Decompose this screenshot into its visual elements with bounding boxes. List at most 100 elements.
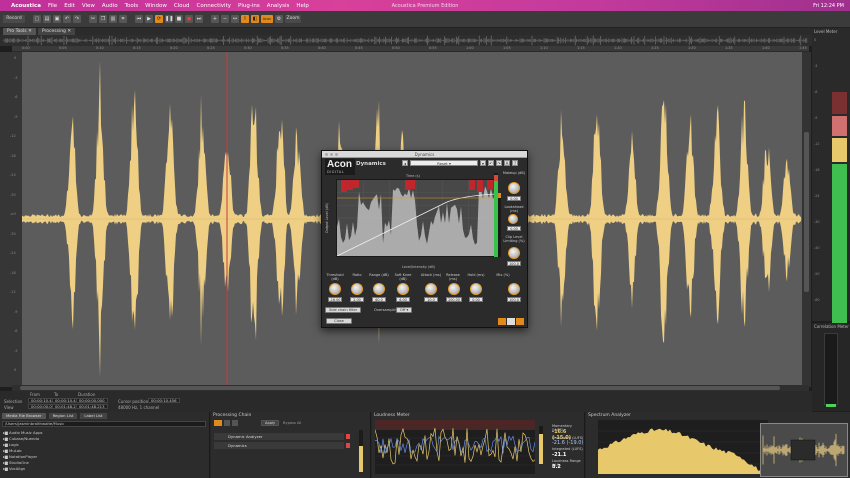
- chain-apply-button[interactable]: Apply: [261, 420, 280, 426]
- menu-app[interactable]: Acoustica: [11, 3, 41, 9]
- loop-icon[interactable]: ⟳: [155, 15, 163, 23]
- pause-icon[interactable]: ❚❚: [165, 15, 173, 23]
- menu-cloud[interactable]: Cloud: [174, 3, 190, 9]
- help-icon[interactable]: ?: [512, 160, 518, 166]
- clip-limiting-knob[interactable]: [508, 247, 520, 259]
- side-chain-filter-toggle[interactable]: Side chain filter: [325, 307, 362, 313]
- soft-knee-knob[interactable]: [397, 283, 409, 295]
- attack-value-field[interactable]: 10.0: [424, 297, 438, 302]
- zoom-fit-icon[interactable]: ↔: [231, 15, 239, 23]
- menu-window[interactable]: Window: [145, 3, 167, 9]
- selection-duration-field[interactable]: 00:00:00.000: [76, 398, 108, 403]
- save-icon[interactable]: ▣: [53, 15, 61, 23]
- play-icon[interactable]: ▶: [145, 15, 153, 23]
- selection-tool-icon[interactable]: I: [241, 15, 249, 23]
- tab-close-icon[interactable]: ✕: [28, 29, 32, 34]
- lookahead-value-field[interactable]: 0.00: [507, 226, 521, 231]
- range-value-field[interactable]: 60.0: [372, 297, 386, 302]
- new-file-icon[interactable]: ▢: [33, 15, 41, 23]
- hold-value-field[interactable]: 0.00: [469, 297, 483, 302]
- settings-icon[interactable]: ⚙: [275, 15, 283, 23]
- vertical-zoom-bar[interactable]: [802, 52, 811, 387]
- rewind-icon[interactable]: ⏮: [135, 15, 143, 23]
- menu-plugins[interactable]: Plug-ins: [238, 3, 260, 9]
- oversampling-dropdown[interactable]: Off ▾: [396, 307, 413, 313]
- soft-knee-value-field[interactable]: 6.00: [396, 297, 410, 302]
- mix-knob[interactable]: [508, 283, 520, 295]
- makeup-value-field[interactable]: 0.00: [507, 196, 521, 201]
- menu-tools[interactable]: Tools: [125, 3, 139, 9]
- chain-add-icon[interactable]: [224, 420, 230, 426]
- tab-close-icon[interactable]: ✕: [67, 29, 71, 34]
- chain-item-dynamics[interactable]: Dynamics: [214, 442, 344, 449]
- trim-icon[interactable]: ⌗: [119, 15, 127, 23]
- overview-waveform[interactable]: [0, 35, 812, 46]
- browser-path-field[interactable]: /Users/jasminbraithwaite/Music: [2, 421, 206, 427]
- dynamics-plugin-window[interactable]: Dynamics Acon DIGITAL Dynamics ◂ Reset ▾…: [321, 150, 528, 328]
- copy-icon[interactable]: ❐: [99, 15, 107, 23]
- menu-connectivity[interactable]: Connectivity: [197, 3, 231, 9]
- undo-icon[interactable]: ↶: [63, 15, 71, 23]
- mix-value-field[interactable]: 100.0: [507, 297, 521, 302]
- paste-icon[interactable]: ▥: [109, 15, 117, 23]
- acon-mode-button[interactable]: Acon: [261, 15, 273, 23]
- plugin-bypass-icon[interactable]: [516, 318, 524, 325]
- chain-bypass-label[interactable]: Bypass All: [283, 421, 301, 425]
- lookahead-knob[interactable]: [508, 214, 518, 224]
- menu-file[interactable]: File: [48, 3, 57, 9]
- tab-media-file-browser[interactable]: Media File Browser: [2, 413, 46, 419]
- tab-region-list[interactable]: Region List: [48, 413, 78, 419]
- snap-icon[interactable]: ◧: [251, 15, 259, 23]
- makeup-knob[interactable]: [508, 182, 520, 194]
- cut-icon[interactable]: ✂: [89, 15, 97, 23]
- menu-view[interactable]: View: [82, 3, 95, 9]
- list-item[interactable]: ▸▆ NotationPlayer: [3, 454, 37, 459]
- preset-menu-icon[interactable]: ▾: [480, 160, 486, 166]
- clip-limiting-value-field[interactable]: 100.0: [507, 261, 521, 266]
- plugin-stop-icon[interactable]: [507, 318, 515, 325]
- hold-knob[interactable]: [470, 283, 482, 295]
- tab-processing[interactable]: Processing ✕: [37, 28, 76, 35]
- ratio-value-field[interactable]: 2.00: [350, 297, 364, 302]
- record-dot-icon[interactable]: ●: [185, 15, 193, 23]
- list-item[interactable]: ▸▆ MuLab: [3, 448, 22, 453]
- menu-analysis[interactable]: Analysis: [267, 3, 290, 9]
- redo-icon[interactable]: ↷: [73, 15, 81, 23]
- threshold-knob[interactable]: [329, 283, 341, 295]
- horizontal-scroll-thumb[interactable]: [20, 386, 780, 390]
- tab-pro-tools[interactable]: Pro Tools ✕: [3, 28, 36, 35]
- menu-audio[interactable]: Audio: [102, 3, 118, 9]
- forward-icon[interactable]: ⏭: [195, 15, 203, 23]
- attack-knob[interactable]: [425, 283, 437, 295]
- list-item[interactable]: ▸▆ StudioOne: [3, 460, 29, 465]
- list-item[interactable]: ▸▆ Cubase/Nuendo: [3, 436, 39, 441]
- range-knob[interactable]: [373, 283, 385, 295]
- open-file-icon[interactable]: ▤: [43, 15, 51, 23]
- compare-icon[interactable]: A: [504, 160, 510, 166]
- chain-item-dynamic-analyzer[interactable]: Dynamic Analyzer: [214, 433, 344, 440]
- menu-edit[interactable]: Edit: [64, 3, 75, 9]
- zoom-in-icon[interactable]: +: [211, 15, 219, 23]
- tab-label-list[interactable]: Label List: [80, 413, 107, 419]
- plugin-title-bar[interactable]: Dynamics: [322, 151, 527, 158]
- chain-remove-icon[interactable]: [232, 420, 238, 426]
- record-button[interactable]: Record: [3, 15, 25, 23]
- list-item[interactable]: ▸▆ Audio Music Apps: [3, 430, 42, 435]
- list-item[interactable]: ▸▆ Logic: [3, 442, 19, 447]
- cursor-position-field[interactable]: 00:00:10.456: [148, 398, 180, 403]
- redo-icon[interactable]: ↷: [496, 160, 502, 166]
- release-knob[interactable]: [448, 283, 460, 295]
- release-value-field[interactable]: 200.00: [446, 297, 462, 302]
- chain-power-icon[interactable]: [214, 420, 222, 426]
- zoom-dropdown[interactable]: Zoom: [285, 15, 301, 23]
- zoom-out-icon[interactable]: −: [221, 15, 229, 23]
- stop-icon[interactable]: ■: [175, 15, 183, 23]
- menu-help[interactable]: Help: [296, 3, 309, 9]
- preset-prev-icon[interactable]: ◂: [402, 160, 408, 166]
- vertical-scroll-thumb[interactable]: [804, 132, 809, 292]
- undo-icon[interactable]: ↶: [488, 160, 494, 166]
- ratio-knob[interactable]: [351, 283, 363, 295]
- preset-dropdown[interactable]: Reset ▾: [410, 160, 478, 166]
- view-duration-field[interactable]: 00:01:48.213: [76, 404, 108, 409]
- list-item[interactable]: ▸▆ VocAlign: [3, 466, 25, 471]
